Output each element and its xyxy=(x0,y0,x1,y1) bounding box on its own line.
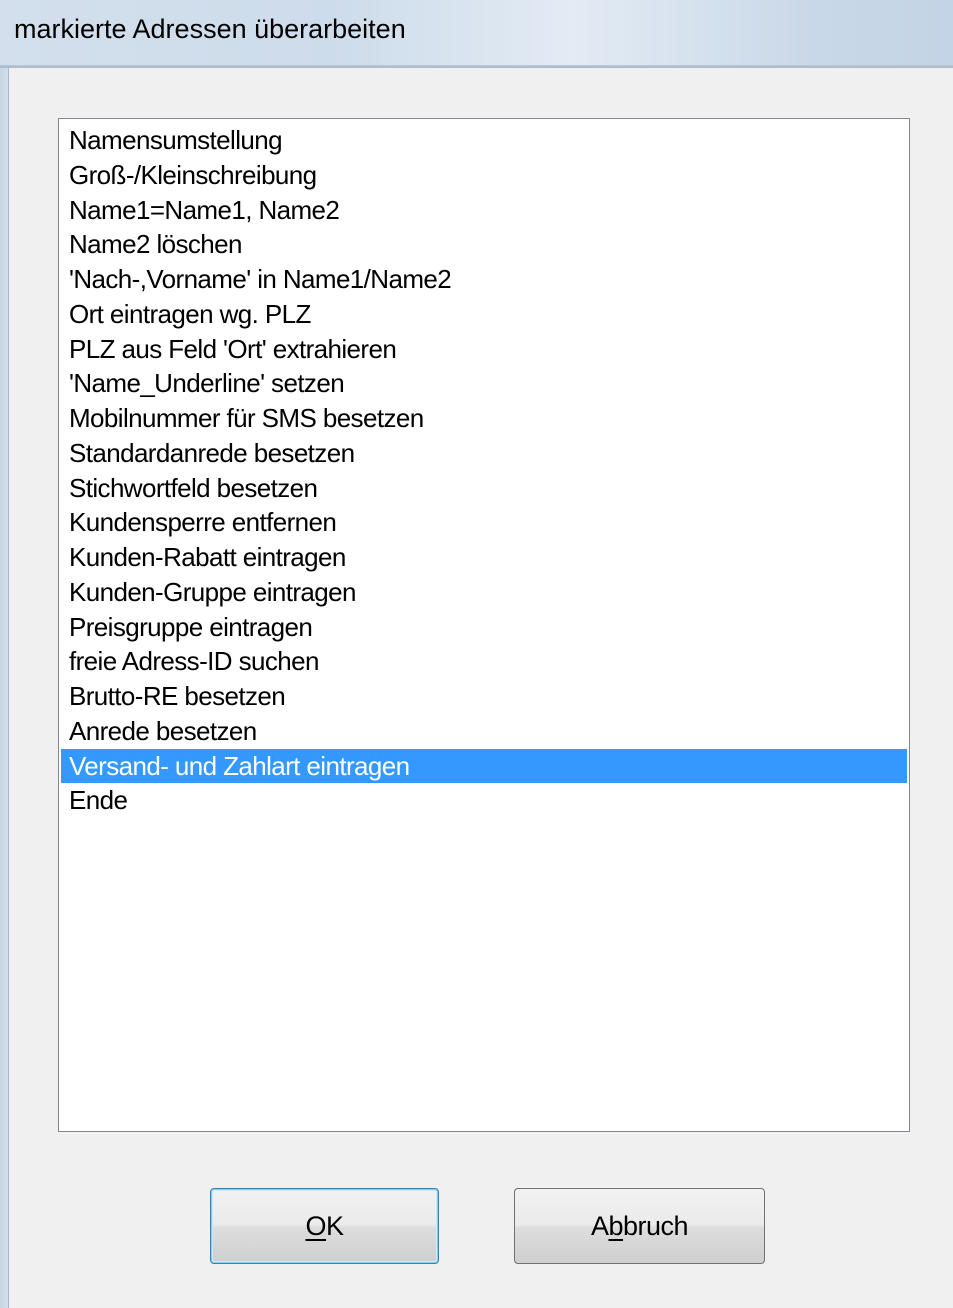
list-item[interactable]: Kunden-Rabatt eintragen xyxy=(61,540,907,574)
list-item[interactable]: Kunden-Gruppe eintragen xyxy=(61,575,907,609)
list-item[interactable]: Namensumstellung xyxy=(61,123,907,157)
window-frame-left xyxy=(0,68,8,1308)
list-item[interactable]: Name1=Name1, Name2 xyxy=(61,193,907,227)
list-item-selected[interactable]: Versand- und Zahlart eintragen xyxy=(61,749,907,783)
list-item[interactable]: Stichwortfeld besetzen xyxy=(61,471,907,505)
cancel-label-start: A xyxy=(590,1210,609,1241)
list-item[interactable]: Anrede besetzen xyxy=(61,714,907,748)
action-listbox[interactable]: Namensumstellung Groß-/Kleinschreibung N… xyxy=(58,118,910,1132)
cancel-button[interactable]: Ab bruch xyxy=(514,1188,765,1264)
list-item[interactable]: Ort eintragen wg. PLZ xyxy=(61,297,907,331)
list-item[interactable]: Kundensperre entfernen xyxy=(61,505,907,539)
ok-mnemonic: O xyxy=(305,1210,326,1241)
cancel-label-rest: bruch xyxy=(623,1210,689,1241)
list-item[interactable]: Brutto-RE besetzen xyxy=(61,679,907,713)
list-item[interactable]: Preisgruppe eintragen xyxy=(61,610,907,644)
list-item[interactable]: Standardanrede besetzen xyxy=(61,436,907,470)
ok-label-rest: K xyxy=(326,1210,344,1241)
ok-button[interactable]: OK xyxy=(210,1188,439,1264)
list-item[interactable]: Ende xyxy=(61,783,907,817)
list-item[interactable]: 'Nach-,Vorname' in Name1/Name2 xyxy=(61,262,907,296)
list-item[interactable]: PLZ aus Feld 'Ort' extrahieren xyxy=(61,332,907,366)
cancel-mnemonic: b xyxy=(608,1210,623,1241)
list-item[interactable]: freie Adress-ID suchen xyxy=(61,644,907,678)
list-item[interactable]: Mobilnummer für SMS besetzen xyxy=(61,401,907,435)
list-item[interactable]: Name2 löschen xyxy=(61,227,907,261)
list-item[interactable]: 'Name_Underline' setzen xyxy=(61,366,907,400)
list-item[interactable]: Groß-/Kleinschreibung xyxy=(61,158,907,192)
title-bar[interactable]: markierte Adressen überarbeiten xyxy=(0,0,953,68)
dialog-window: markierte Adressen überarbeiten Namensum… xyxy=(0,0,953,1308)
window-title: markierte Adressen überarbeiten xyxy=(14,14,406,44)
